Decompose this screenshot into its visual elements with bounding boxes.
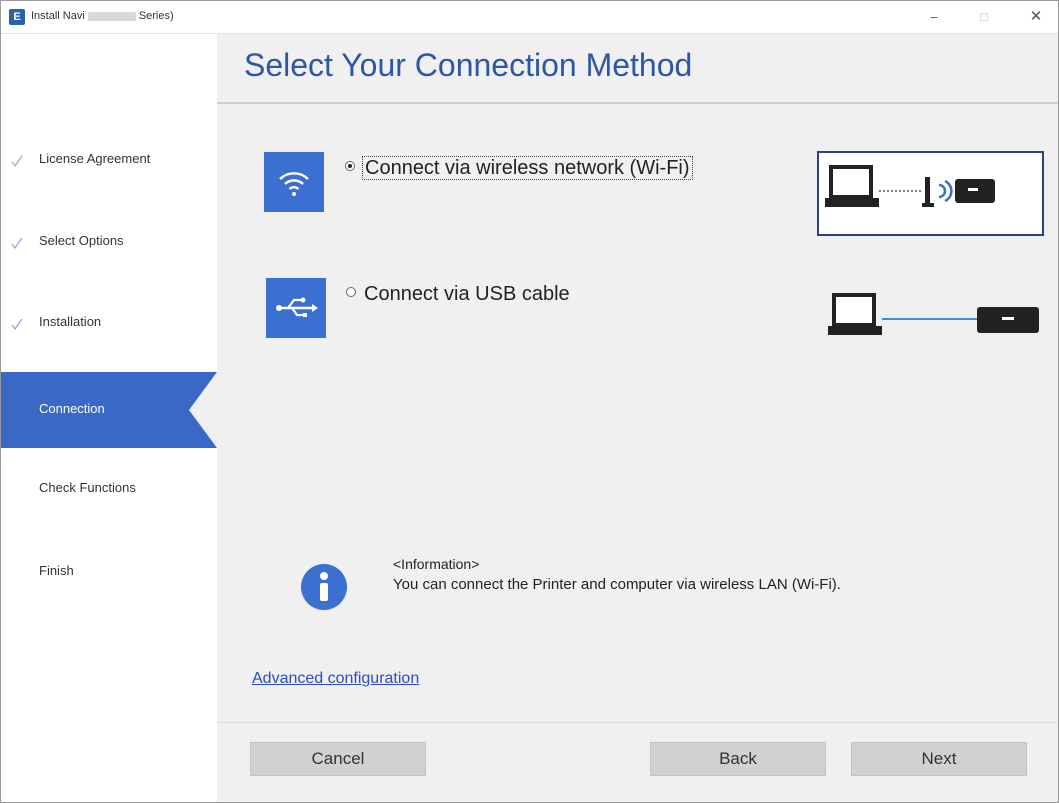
- title-bar: E Install Navi Series) – □ ✕: [1, 1, 1058, 34]
- main-panel: Select Your Connection Method Connect vi…: [217, 34, 1058, 802]
- next-button[interactable]: Next: [851, 742, 1027, 776]
- close-button[interactable]: ✕: [1013, 1, 1058, 33]
- checkmark-icon: [11, 155, 23, 168]
- wifi-icon[interactable]: [264, 152, 324, 212]
- window-title-end: Series): [138, 10, 174, 22]
- steps-sidebar: License Agreement Select Options Install…: [1, 34, 217, 802]
- usb-option[interactable]: Connect via USB cable: [346, 283, 570, 306]
- info-text: You can connect the Printer and computer…: [393, 576, 841, 593]
- installer-window: E Install Navi Series) – □ ✕ License Agre…: [0, 0, 1059, 803]
- step-license-agreement: License Agreement: [1, 146, 217, 176]
- wifi-radio[interactable]: [345, 161, 355, 171]
- checkmark-icon: [11, 318, 23, 331]
- step-label: Connection: [39, 401, 105, 416]
- page-title: Select Your Connection Method: [244, 47, 693, 83]
- usb-diagram-illustration: [828, 293, 1039, 335]
- footer-divider: [217, 722, 1058, 723]
- minimize-button[interactable]: –: [911, 1, 957, 33]
- back-button[interactable]: Back: [650, 742, 826, 776]
- step-installation: Installation: [1, 309, 217, 339]
- usb-radio[interactable]: [346, 287, 356, 297]
- cancel-button[interactable]: Cancel: [250, 742, 426, 776]
- redacted-model-name: [87, 11, 136, 21]
- window-title: Install Navi Series): [31, 10, 174, 22]
- usb-icon[interactable]: [266, 278, 326, 338]
- usb-connection-diagram: [821, 284, 1046, 352]
- advanced-configuration-link[interactable]: Advanced configuration: [252, 670, 419, 688]
- title-divider: [217, 102, 1058, 104]
- wifi-diagram-illustration: [825, 165, 995, 207]
- step-finish: Finish: [1, 558, 217, 588]
- wifi-option[interactable]: Connect via wireless network (Wi-Fi): [345, 156, 693, 180]
- wifi-connection-diagram: [817, 151, 1044, 236]
- maximize-button[interactable]: □: [961, 1, 1007, 33]
- window-title-start: Install Navi: [31, 10, 85, 22]
- step-label: Finish: [39, 563, 74, 578]
- checkmark-icon: [11, 237, 23, 250]
- step-label: License Agreement: [39, 151, 151, 166]
- step-check-functions: Check Functions: [1, 475, 217, 505]
- step-label: Select Options: [39, 233, 124, 248]
- step-select-options: Select Options: [1, 228, 217, 258]
- step-label: Installation: [39, 314, 102, 329]
- info-heading: <Information>: [393, 556, 480, 572]
- step-label: Check Functions: [39, 480, 136, 495]
- wifi-option-label[interactable]: Connect via wireless network (Wi-Fi): [362, 156, 693, 180]
- usb-option-label[interactable]: Connect via USB cable: [364, 283, 570, 305]
- info-icon: [301, 564, 347, 610]
- active-step-notch: [189, 372, 217, 448]
- step-connection: Connection: [1, 372, 217, 448]
- app-icon: E: [9, 9, 25, 25]
